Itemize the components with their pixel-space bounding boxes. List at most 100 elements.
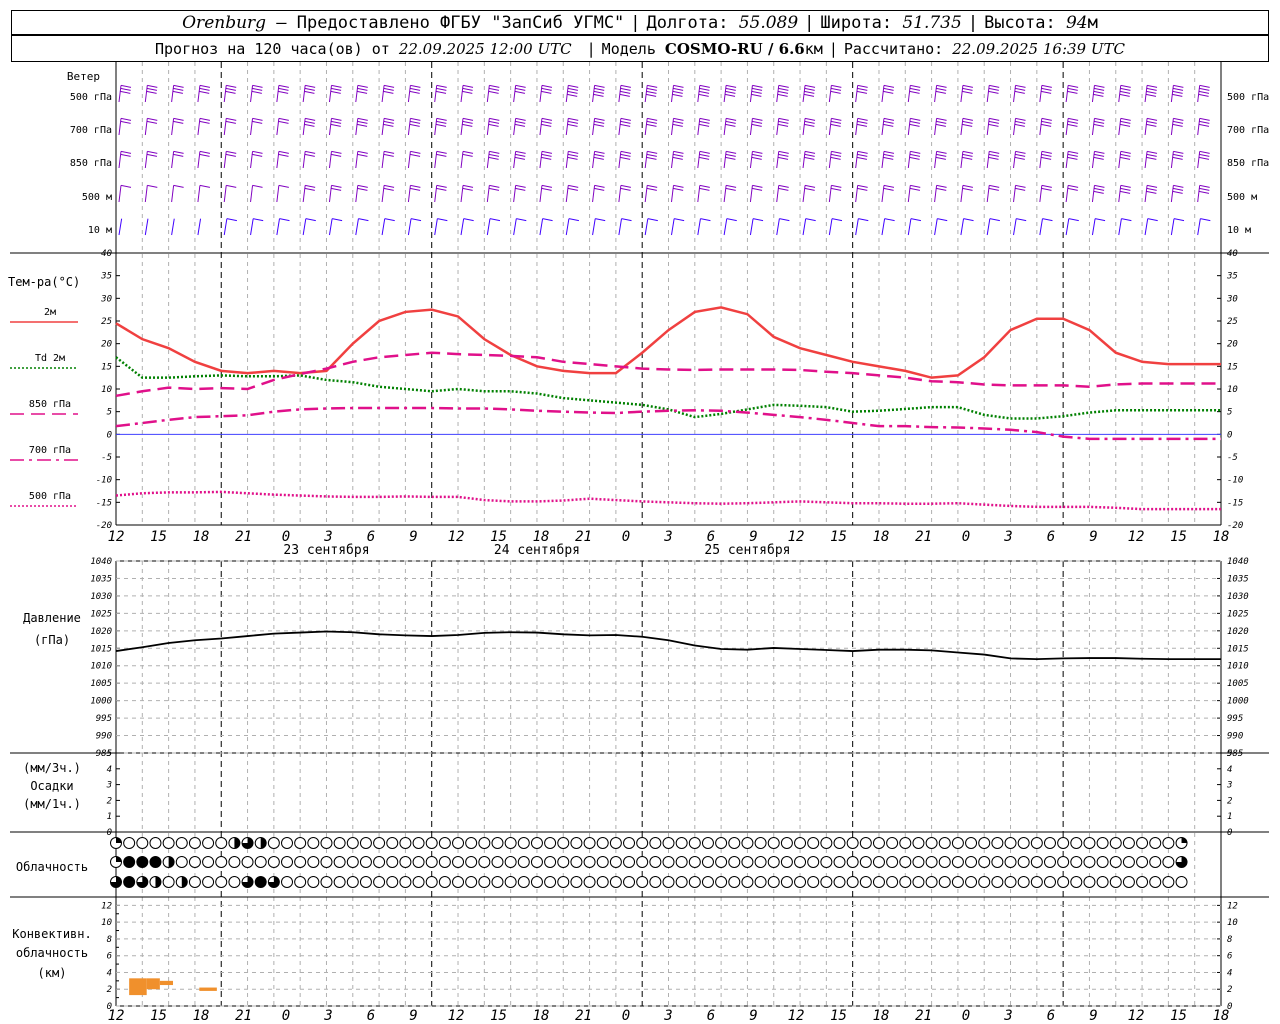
- wind-barb-feather: [1041, 150, 1052, 154]
- wind-barb: [618, 151, 622, 169]
- wind-barb-feather: [909, 123, 920, 127]
- cloud-symbol: [465, 837, 478, 849]
- wind-barb-feather: [173, 153, 184, 157]
- cloud-symbol: [386, 837, 399, 849]
- y-tick-label: 0: [107, 430, 112, 440]
- wind-barb-feather: [936, 84, 947, 88]
- wind-barb: [1197, 185, 1201, 203]
- wind-level-label: 850 гПа: [1227, 158, 1269, 169]
- wind-barb: [539, 218, 544, 236]
- wind-barb-feather: [305, 117, 316, 121]
- cloud-cover: [110, 837, 1188, 888]
- wind-barb-feather: [1094, 218, 1106, 222]
- wind-barb-feather: [620, 187, 631, 191]
- wind-barb-feather: [383, 123, 394, 127]
- hour-label: 18: [873, 1008, 890, 1024]
- wind-barb-feather: [1067, 120, 1078, 124]
- y-tick-label: 995: [96, 714, 112, 724]
- wind-barb-feather: [778, 187, 789, 191]
- wind-barb-feather: [804, 184, 816, 188]
- wind-barb-feather: [936, 117, 947, 121]
- cloud-symbol: [544, 876, 557, 888]
- wind-barb-feather: [804, 156, 815, 160]
- wind-barb: [1039, 118, 1043, 136]
- wind-barb-feather: [1172, 87, 1184, 91]
- wind-barb-feather: [199, 184, 211, 188]
- wind-barb-feather: [1015, 187, 1026, 191]
- cloud-symbol: [202, 837, 215, 849]
- hour-label: 18: [1213, 529, 1230, 545]
- wind-barb: [513, 218, 517, 236]
- wind-barb-feather: [147, 84, 158, 88]
- cloud-symbol: [175, 837, 188, 849]
- wind-barb-feather: [699, 184, 710, 188]
- wind-barb-feather: [646, 187, 657, 191]
- y-tick-label: 40: [101, 249, 112, 259]
- cloud-symbol: [833, 876, 846, 888]
- wind-barb-feather: [488, 87, 500, 91]
- wind-barb: [565, 151, 569, 169]
- wind-barb-feather: [803, 93, 815, 97]
- y-tick-label: -10: [1227, 476, 1243, 486]
- wind-barb: [1091, 151, 1095, 169]
- cloud-symbol: [609, 837, 622, 849]
- cloud-symbol: [188, 837, 201, 849]
- hour-label: 0: [282, 1008, 290, 1024]
- wind-barb: [644, 185, 648, 203]
- cloud-symbol: [1017, 837, 1030, 849]
- wind-barb-feather: [279, 218, 290, 222]
- wind-barb-feather: [305, 150, 316, 154]
- cloud-symbol-fill: [181, 876, 188, 888]
- wind-barb-feather: [620, 153, 631, 157]
- wind-barb-feather: [541, 153, 552, 157]
- conv-bar: [199, 987, 217, 991]
- cloud-symbol-fill: [168, 856, 175, 868]
- cloud-symbol: [846, 837, 859, 849]
- wind-barb: [276, 118, 280, 136]
- wind-barb-feather: [383, 120, 394, 124]
- wind-barb: [276, 185, 280, 203]
- cloud-symbol: [1096, 837, 1109, 849]
- cloud-symbol: [754, 837, 767, 849]
- wind-barb-feather: [752, 184, 763, 188]
- wind-barb-feather: [383, 153, 394, 157]
- wind-barb: [407, 118, 411, 136]
- wind-barb-feather: [488, 153, 500, 157]
- cloud-symbol-fill: [116, 837, 122, 843]
- wind-barb: [144, 218, 149, 236]
- wind-barb: [250, 85, 254, 103]
- cloud-symbol: [872, 856, 885, 868]
- wind-barb-feather: [883, 87, 894, 91]
- hour-label: 6: [367, 1008, 375, 1024]
- cloud-symbol-fill: [136, 856, 148, 868]
- wind-level-label: 10 м: [1227, 225, 1251, 236]
- wind-barb-feather: [1015, 117, 1026, 121]
- wind-barb: [434, 151, 438, 169]
- wind-barb-feather: [383, 117, 395, 121]
- y-tick-label: 15: [101, 362, 112, 372]
- hour-label: 6: [1047, 529, 1055, 545]
- wind-barb-feather: [567, 153, 578, 157]
- wind-barb-feather: [673, 153, 684, 157]
- wind-barb-feather: [1015, 87, 1026, 91]
- conv-title-1: Конвективн.: [12, 927, 91, 941]
- cloud-symbol: [202, 876, 215, 888]
- wind-barb-feather: [1146, 153, 1157, 157]
- wind-barb-feather: [594, 87, 605, 91]
- wind-barb-feather: [646, 153, 657, 157]
- cloud-symbol: [570, 876, 583, 888]
- wind-barb-feather: [1146, 87, 1157, 91]
- cloud-symbol: [478, 837, 491, 849]
- wind-barb: [118, 118, 122, 136]
- wind-barb: [855, 185, 859, 203]
- wind-barb: [802, 118, 806, 136]
- cloud-symbol-fill: [116, 856, 122, 862]
- cloud-symbol: [452, 837, 465, 849]
- wind-title: Ветер: [67, 70, 100, 83]
- wind-barb-feather: [1094, 184, 1105, 188]
- wind-barb-feather: [673, 84, 684, 88]
- wind-barb: [1091, 118, 1095, 136]
- wind-barb: [855, 85, 859, 103]
- wind-barb-feather: [830, 156, 841, 160]
- y-tick-label: 8: [107, 935, 112, 945]
